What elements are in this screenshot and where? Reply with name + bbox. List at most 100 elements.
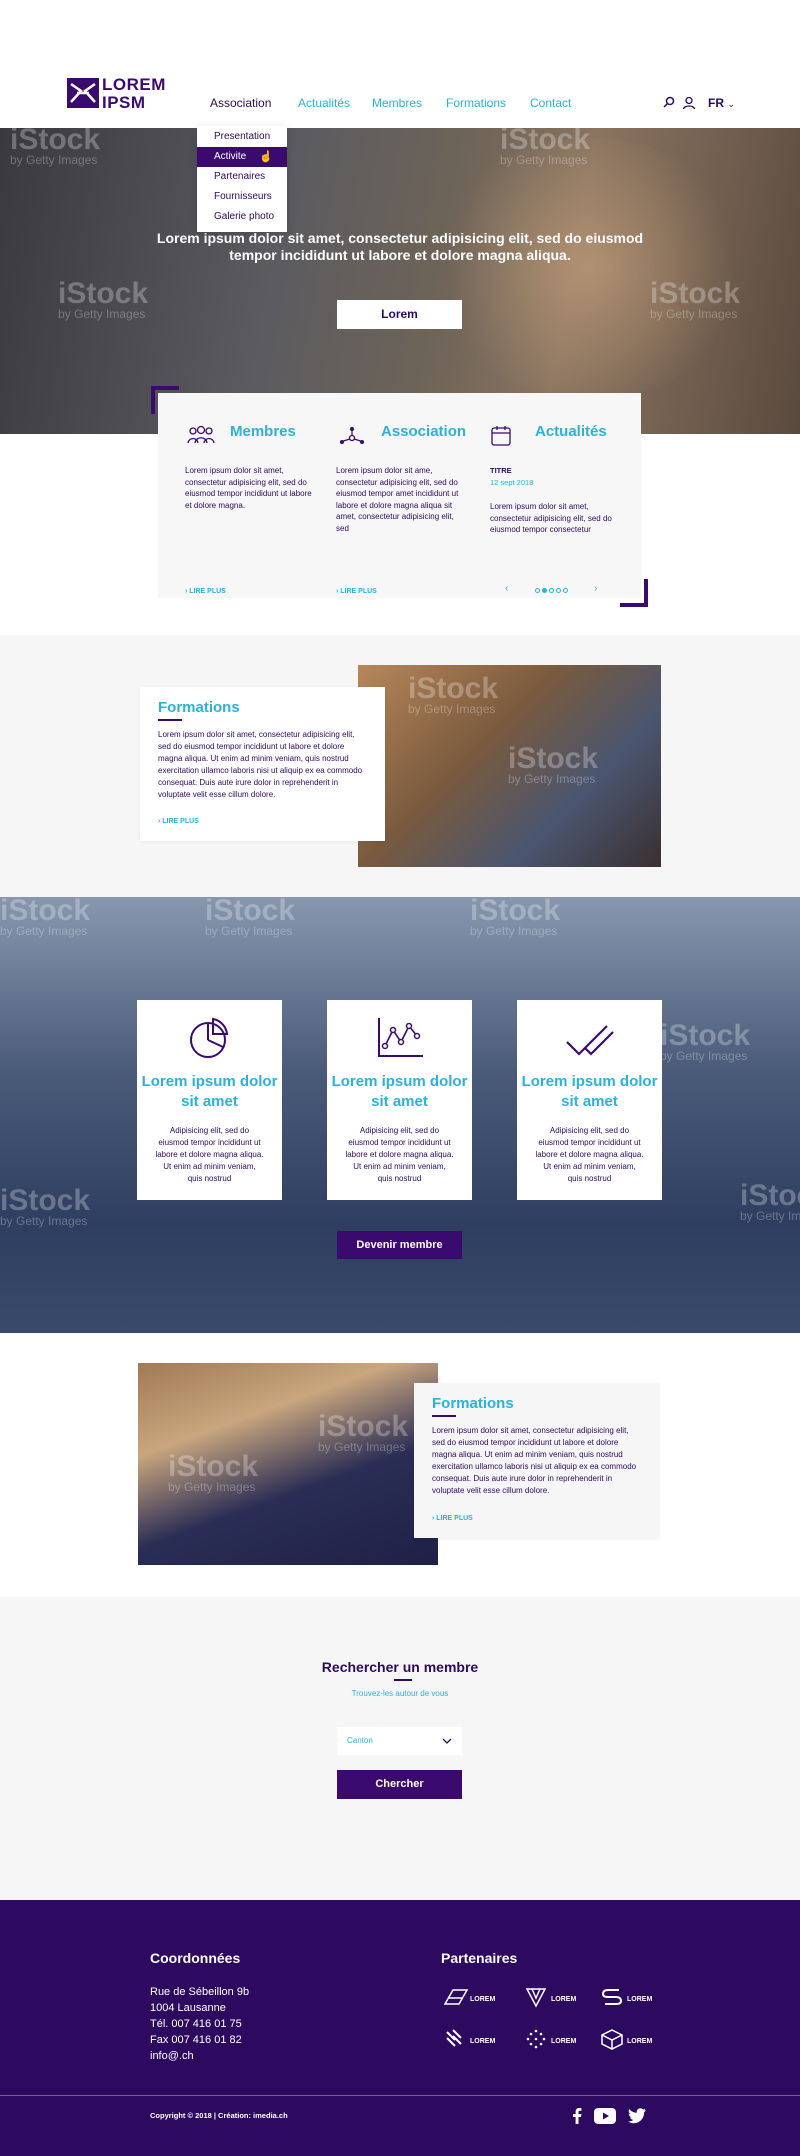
feature-body: Adipisicing elit, sed do eiusmod tempor …	[155, 1126, 264, 1183]
dropdown-item-activite[interactable]: Activite ☝	[197, 147, 287, 167]
logo-text[interactable]: LOREM IPSM	[102, 76, 166, 112]
dropdown-item-partenaires[interactable]: Partenaires	[197, 167, 287, 187]
facebook-icon[interactable]	[572, 2108, 582, 2124]
copyright: Copyright © 2018 | Création: imedia.ch	[150, 2111, 288, 2120]
nav-association[interactable]: Association	[210, 96, 271, 110]
feature-card-1: Lorem ipsum dolor sit amet Adipisicing e…	[137, 1000, 282, 1200]
card-actualites-title: Actualités	[535, 423, 607, 440]
partner-logo-4[interactable]: LOREM	[443, 2028, 513, 2054]
chevron-down-icon	[442, 1738, 452, 1744]
team-photo: iStock by Getty Images iStock by Getty Ima…	[138, 1363, 438, 1565]
title-underline	[394, 1679, 412, 1681]
formations-title: Formations	[432, 1395, 514, 1412]
formations-link[interactable]: › LIRE PLUS	[432, 1515, 473, 1522]
hero-photo	[430, 138, 750, 398]
search-button[interactable]: Chercher	[337, 1770, 462, 1799]
formations-section-1: iStock by Getty Images iStock by Getty Ima…	[0, 635, 800, 897]
carousel-prev-icon[interactable]: ‹	[505, 583, 508, 594]
nav-formations[interactable]: Formations	[446, 96, 506, 110]
news-date: 12 sept 2018	[490, 478, 534, 487]
nav-contact[interactable]: Contact	[530, 96, 571, 110]
watermark: iStock by Getty Images	[650, 277, 741, 321]
feature-title: Lorem ipsum dolor sit amet	[141, 1073, 278, 1110]
twitter-icon[interactable]	[628, 2108, 646, 2124]
link-label: LIRE PLUS	[340, 588, 377, 595]
partner-logo-2[interactable]: LOREM	[524, 1986, 594, 2012]
link-label: LIRE PLUS	[162, 818, 199, 825]
watermark: iStock by Getty Images	[10, 128, 101, 167]
dropdown-item-label: Activite	[214, 151, 247, 162]
formations-card-1: Formations Lorem ipsum dolor sit amet, c…	[140, 687, 385, 841]
hero-text: Lorem ipsum dolor sit amet, consectetur …	[156, 230, 644, 263]
search-icon[interactable]	[662, 96, 676, 110]
hero-banner: iStock by Getty Images iStock by Getty Ima…	[0, 128, 800, 434]
logo-line2: IPSM	[102, 93, 146, 112]
carousel-dot-active[interactable]	[542, 588, 547, 593]
link-label: LIRE PLUS	[436, 1515, 473, 1522]
youtube-icon[interactable]	[594, 2108, 616, 2124]
calendar-icon	[491, 426, 511, 446]
partner-2-icon	[525, 1988, 547, 2008]
workshop-photo: iStock by Getty Images iStock by Getty Ima…	[358, 665, 661, 867]
card-membres-body: Lorem ipsum dolor sit amet, consectetur …	[185, 466, 312, 510]
search-section: Rechercher un membre Trouvez-les autour …	[0, 1597, 800, 1900]
association-dropdown: Presentation Activite ☝ Partenaires Fourn…	[197, 126, 287, 232]
address-line: 1004 Lausanne	[150, 2002, 226, 2014]
address-line: Rue de Sébeillon 9b	[150, 1986, 250, 1998]
feature-body: Adipisicing elit, sed do eiusmod tempor …	[535, 1126, 644, 1183]
carousel-next-icon[interactable]: ›	[594, 583, 597, 594]
partner-3-icon	[601, 1989, 623, 2005]
partner-logo-1[interactable]: LOREM	[443, 1986, 513, 2012]
pie-chart-icon	[190, 1017, 229, 1058]
partner-logo-6[interactable]: LOREM	[600, 2028, 670, 2054]
dropdown-item-galerie[interactable]: Galerie photo	[197, 207, 287, 227]
user-icon[interactable]	[682, 96, 696, 110]
hero-button[interactable]: Lorem	[337, 300, 462, 329]
title-underline	[432, 1415, 456, 1417]
feature-body: Adipisicing elit, sed do eiusmod tempor …	[345, 1126, 454, 1183]
language-selector[interactable]: FR ⌄	[708, 96, 735, 110]
footer-partners-title: Partenaires	[441, 1950, 518, 1966]
footer-contact-title: Coordonnées	[150, 1950, 241, 1966]
feature-card-3: Lorem ipsum dolor sit amet Adipisicing e…	[517, 1000, 662, 1200]
partner-1-icon	[443, 1989, 469, 2005]
formations-card-2: Formations Lorem ipsum dolor sit amet, c…	[414, 1383, 659, 1538]
logo-line1: LOREM	[102, 75, 166, 94]
carousel-dot[interactable]	[556, 588, 561, 593]
carousel-dot[interactable]	[549, 588, 554, 593]
canton-select-value: Canton	[347, 1736, 373, 1745]
phone-line: Tél. 007 416 01 75	[150, 2018, 242, 2030]
watermark: iStock by Getty Images	[58, 277, 149, 321]
formations-section-2: iStock by Getty Images iStock by Getty Ima…	[0, 1333, 800, 1597]
email-link[interactable]: info@.ch	[150, 2048, 249, 2064]
fax-line: Fax 007 416 01 82	[150, 2034, 242, 2046]
partner-logo-3[interactable]: LOREM	[600, 1986, 670, 2012]
nav-actualites[interactable]: Actualités	[298, 96, 350, 110]
card-association-link[interactable]: › LIRE PLUS	[336, 588, 377, 595]
chevron-down-icon: ⌄	[727, 99, 735, 109]
info-cards: Membres Lorem ipsum dolor sit amet, cons…	[158, 393, 641, 598]
dropdown-item-presentation[interactable]: Presentation	[197, 127, 287, 147]
footer-address: Rue de Sébeillon 9b 1004 Lausanne Tél. 0…	[150, 1984, 249, 2064]
card-membres-link[interactable]: › LIRE PLUS	[185, 588, 226, 595]
partner-logo-5[interactable]: LOREM	[524, 2028, 594, 2054]
nav-membres[interactable]: Membres	[372, 96, 422, 110]
watermark: iStock by Getty Images	[500, 128, 591, 167]
title-underline	[158, 719, 182, 721]
formations-body: Lorem ipsum dolor sit amet, consectetur …	[158, 730, 363, 799]
logo-icon[interactable]	[67, 78, 99, 108]
carousel-dot[interactable]	[563, 588, 568, 593]
become-member-button[interactable]: Devenir membre	[337, 1231, 462, 1259]
formations-link[interactable]: › LIRE PLUS	[158, 818, 199, 825]
dropdown-item-fournisseurs[interactable]: Fournisseurs	[197, 187, 287, 207]
partner-4-icon	[446, 2029, 462, 2047]
language-label: FR	[708, 96, 724, 110]
footer-divider	[0, 2095, 800, 2096]
carousel-dot[interactable]	[535, 588, 540, 593]
card-association-title: Association	[381, 423, 467, 440]
canton-select[interactable]: Canton	[337, 1727, 462, 1755]
formations-body: Lorem ipsum dolor sit amet, consectetur …	[432, 1426, 637, 1495]
double-check-icon	[566, 1025, 614, 1056]
feature-title: Lorem ipsum dolor sit amet	[331, 1073, 468, 1110]
site-header: LOREM IPSM Association Actualités Membre…	[0, 0, 800, 128]
